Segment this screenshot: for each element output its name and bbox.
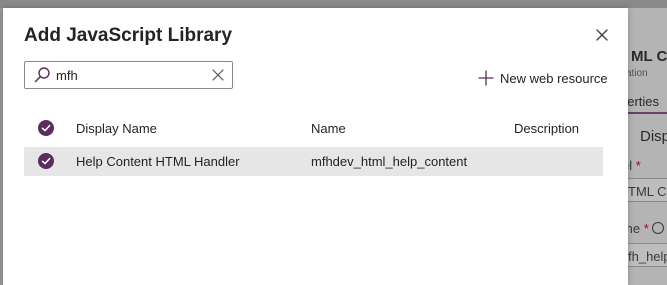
search-icon [34, 67, 50, 83]
background-name-field-label: me * [628, 221, 665, 236]
background-label-field-label: el * [628, 158, 641, 173]
column-header-display-name[interactable]: Display Name [76, 121, 157, 136]
background-form-title: ML Co [631, 48, 667, 65]
table-header: Display Name Name Description [24, 116, 603, 140]
background-section-heading: Disp [640, 128, 667, 145]
search-box[interactable] [24, 61, 233, 89]
cell-display-name: Help Content HTML Handler [76, 154, 240, 169]
column-header-description[interactable]: Description [514, 121, 579, 136]
cell-name: mfhdev_html_help_content [311, 154, 468, 169]
checkmark-icon [41, 124, 51, 132]
close-icon [596, 29, 608, 41]
close-button[interactable] [593, 26, 611, 44]
checkmark-icon [41, 157, 51, 165]
search-input[interactable] [56, 65, 206, 85]
table-row[interactable]: Help Content HTML Handler mfhdev_html_he… [24, 147, 603, 176]
background-label-field-value: TML Co [628, 184, 667, 199]
select-all-checkbox[interactable] [38, 120, 54, 136]
new-web-resource-button[interactable]: New web resource [478, 69, 608, 87]
clear-icon[interactable] [211, 68, 225, 82]
background-form-subtitle: ation [628, 68, 648, 79]
background-tab-properties: perties [628, 94, 660, 109]
background-name-field-value: fh_help [628, 249, 667, 264]
new-web-resource-label: New web resource [500, 70, 608, 86]
row-checkbox[interactable] [38, 153, 54, 169]
dialog-title: Add JavaScript Library [24, 25, 233, 46]
app-header-strip [0, 0, 667, 8]
add-javascript-library-dialog: Add JavaScript Library New web resource … [3, 8, 628, 285]
background-tab-underline [628, 112, 667, 114]
column-header-name[interactable]: Name [311, 121, 346, 136]
background-form: ML Co ation perties Disp el * TML Co me … [628, 8, 667, 285]
plus-icon [478, 70, 494, 86]
